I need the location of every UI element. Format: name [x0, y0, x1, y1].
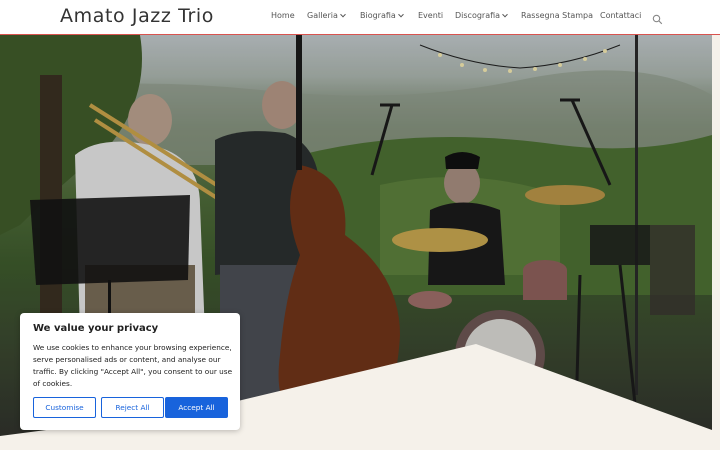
nav-item-label: Home — [271, 11, 295, 20]
nav-item-contattaci[interactable]: Contattaci — [600, 11, 641, 20]
chevron-down-icon — [502, 11, 508, 18]
nav-item-label: Eventi — [418, 11, 444, 20]
nav-item-eventi[interactable]: Eventi — [418, 11, 443, 20]
hero-edge — [712, 35, 720, 450]
reject-all-button[interactable]: Reject All — [101, 397, 164, 418]
site-header: Amato Jazz Trio Home Galleria Biografia … — [0, 0, 720, 35]
nav-item-galleria[interactable]: Galleria — [307, 11, 346, 20]
nav-item-rassegna-stampa[interactable]: Rassegna Stampa — [521, 11, 593, 20]
customise-button[interactable]: Customise — [33, 397, 96, 418]
cookie-text: We use cookies to enhance your browsing … — [33, 343, 233, 388]
nav-item-label: Contattaci — [600, 11, 642, 20]
nav-item-label: Galleria — [307, 11, 338, 20]
nav-item-label: Biografia — [360, 11, 396, 20]
nav-item-discografia[interactable]: Discografia — [455, 11, 508, 20]
cookie-consent-banner: We value your privacy We use cookies to … — [20, 313, 240, 430]
nav-item-home[interactable]: Home — [271, 11, 295, 20]
chevron-down-icon — [340, 11, 346, 18]
cookie-title: We value your privacy — [33, 323, 159, 334]
chevron-down-icon — [397, 11, 404, 18]
nav-item-biografia[interactable]: Biografia — [360, 11, 404, 20]
site-title[interactable]: Amato Jazz Trio — [60, 5, 214, 27]
nav-item-label: Discografia — [455, 11, 501, 20]
accept-all-button[interactable]: Accept All — [165, 397, 228, 418]
search-icon[interactable] — [652, 10, 663, 25]
nav-item-label: Rassegna Stampa — [521, 11, 594, 20]
